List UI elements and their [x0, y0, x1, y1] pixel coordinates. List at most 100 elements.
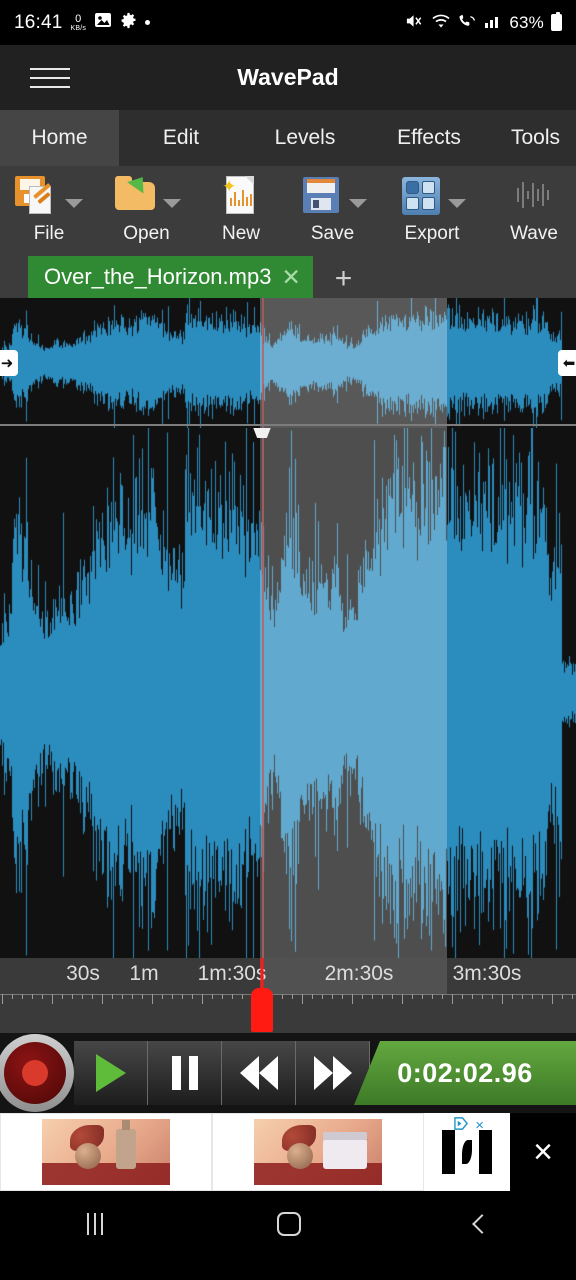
status-clock: 16:41 — [14, 11, 63, 33]
tab-home[interactable]: Home — [0, 110, 119, 166]
call-icon — [458, 13, 477, 33]
network-speed-indicator: 0 KB/s — [70, 13, 87, 32]
file-tab[interactable]: Over_the_Horizon.mp3 ✕ — [28, 256, 313, 298]
back-icon[interactable] — [472, 1214, 492, 1234]
page-title: WavePad — [237, 64, 339, 90]
ribbon-wave-row — [511, 171, 557, 221]
chevron-down-icon[interactable] — [162, 198, 181, 208]
overview-waveform[interactable]: ➜ ⬅ — [0, 298, 576, 428]
tab-edit[interactable]: Edit — [119, 110, 243, 166]
mute-icon — [405, 13, 424, 33]
export-grid-icon — [398, 174, 444, 218]
adchoices-row[interactable]: × — [453, 1116, 484, 1135]
overview-baseline — [0, 424, 576, 426]
chevron-down-icon[interactable] — [348, 198, 367, 208]
status-bar-right: 63% — [405, 12, 562, 33]
floppy-disk-icon — [299, 174, 345, 218]
status-bar-left: 16:41 0 KB/s — [14, 11, 151, 34]
ribbon-label-new: New — [221, 223, 260, 244]
transport-bar: 0:02:02.96 — [0, 1033, 576, 1113]
status-bar: 16:41 0 KB/s 63% — [0, 0, 576, 45]
ruler-ticks — [0, 994, 576, 1006]
ribbon-label-file: File — [33, 223, 65, 244]
tab-tools[interactable]: Tools — [491, 110, 576, 166]
network-speed-unit: KB/s — [70, 24, 87, 32]
ribbon-label-wave: Wave — [510, 223, 558, 244]
pause-icon — [171, 1056, 198, 1090]
tab-effects[interactable]: Effects — [367, 110, 491, 166]
record-icon — [4, 1042, 66, 1104]
ribbon-label-save: Save — [310, 223, 355, 244]
rewind-button[interactable] — [222, 1041, 296, 1105]
rewind-icon — [239, 1056, 278, 1090]
main-waveform-editor[interactable] — [0, 428, 576, 958]
file-tab-label: Over_the_Horizon.mp3 — [44, 264, 272, 289]
recents-icon[interactable] — [87, 1213, 103, 1235]
ribbon-toolbar: File Open ✦ New Save Export Wave — [0, 166, 576, 252]
ribbon-export-row — [398, 171, 466, 221]
overview-right-handle[interactable]: ⬅ — [558, 350, 576, 376]
time-display-panel[interactable]: 0:02:02.96 — [354, 1041, 576, 1105]
folder-open-icon — [113, 171, 159, 218]
selection-region[interactable] — [260, 428, 447, 958]
battery-icon — [551, 12, 562, 31]
ribbon-item-wave[interactable]: Wave — [486, 171, 576, 245]
ribbon-item-file[interactable]: File — [0, 171, 98, 245]
file-tab-bar: Over_the_Horizon.mp3 ✕ + — [0, 252, 576, 298]
signal-icon — [484, 13, 502, 33]
pause-button[interactable] — [148, 1041, 222, 1105]
waveform-icon — [511, 174, 557, 218]
add-tab-button[interactable]: + — [313, 264, 375, 294]
ad-image-serum — [42, 1119, 170, 1185]
timeline-ruler[interactable]: 30s 1m 1m:30s 2m:30s 3m:30s — [0, 958, 576, 1033]
hamburger-line — [30, 85, 70, 88]
logo-mark — [442, 1130, 492, 1174]
ribbon-item-save[interactable]: Save — [287, 171, 378, 245]
level-meter — [524, 1105, 548, 1113]
ribbon-item-open[interactable]: Open — [98, 171, 195, 245]
playback-cursor — [262, 428, 264, 958]
app-bar: WavePad — [0, 45, 576, 110]
battery-percent: 63% — [509, 12, 544, 32]
chevron-down-icon[interactable] — [448, 198, 466, 208]
hamburger-line — [30, 67, 70, 70]
new-document-icon: ✦ — [218, 174, 264, 218]
ad-image-cream — [254, 1119, 382, 1185]
ruler-tick-label: 2m:30s — [324, 962, 394, 985]
time-display: 0:02:02.96 — [397, 1057, 533, 1088]
ribbon-new-row: ✦ — [218, 171, 264, 221]
ribbon-item-new[interactable]: ✦ New — [195, 171, 287, 245]
record-button[interactable] — [0, 1034, 74, 1112]
hamburger-icon[interactable] — [30, 67, 86, 88]
play-button[interactable] — [74, 1041, 148, 1105]
ribbon-label-open: Open — [123, 223, 170, 244]
ribbon-open-row — [113, 171, 181, 221]
overview-left-handle[interactable]: ➜ — [0, 350, 18, 376]
record-dot — [22, 1060, 48, 1086]
ruler-tick-label: 1m:30s — [197, 962, 267, 985]
fast-forward-icon — [313, 1056, 352, 1090]
file-disk-pencil-icon — [15, 174, 61, 218]
overview-cursor-line — [262, 298, 264, 428]
playhead-marker[interactable] — [251, 988, 273, 1032]
android-nav-bar — [0, 1191, 576, 1257]
tab-levels[interactable]: Levels — [243, 110, 367, 166]
ruler-tick-label: 1m — [129, 962, 159, 985]
ad-slide-2[interactable] — [212, 1113, 424, 1191]
ribbon-item-export[interactable]: Export — [378, 171, 486, 245]
home-icon[interactable] — [277, 1212, 301, 1236]
image-icon — [94, 12, 112, 33]
gear-icon — [120, 12, 137, 34]
chevron-down-icon[interactable] — [65, 198, 83, 208]
ribbon-file-row — [15, 171, 83, 221]
ad-close-button[interactable]: × — [510, 1113, 576, 1191]
adchoices-close-icon[interactable]: × — [475, 1117, 484, 1134]
hamburger-line — [30, 76, 70, 79]
overview-selection-region[interactable] — [260, 298, 447, 428]
ad-content[interactable]: × — [0, 1113, 510, 1191]
adchoices-icon[interactable] — [453, 1116, 470, 1135]
ad-banner[interactable]: × × — [0, 1113, 576, 1191]
close-icon[interactable]: ✕ — [281, 265, 300, 289]
ruler-tick-label: 3m:30s — [452, 962, 522, 985]
ad-slide-1[interactable] — [0, 1113, 212, 1191]
